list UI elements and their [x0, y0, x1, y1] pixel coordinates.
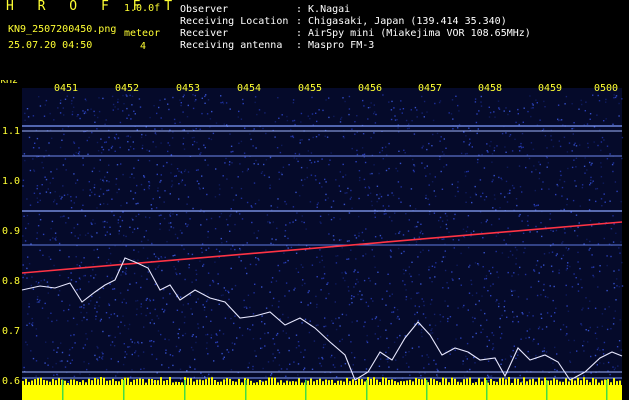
- info-value-antenna: : Maspro FM-3: [296, 40, 375, 51]
- info-value-observer: : K.Nagai: [296, 4, 351, 15]
- datetime-label: 25.07.20 04:50: [8, 40, 93, 51]
- time-tick-label: 0500: [594, 83, 618, 94]
- meteor-count: 4: [140, 41, 147, 52]
- info-key-observer: Observer: [180, 4, 229, 15]
- spectrogram: kHz 1.1 1.0 0.9 0.8 0.7 0.6 0451 0452 04…: [0, 80, 629, 400]
- filename-label: KN9_2507200450.png: [8, 24, 117, 35]
- info-value-location: : Chigasaki, Japan (139.414 35.340): [296, 16, 507, 27]
- time-tick-label: 0452: [115, 83, 139, 94]
- info-key-location: Receiving Location: [180, 16, 289, 27]
- time-tick-label: 0453: [176, 83, 200, 94]
- time-tick-label: 0455: [298, 83, 322, 94]
- version-label: 1.0.0f: [124, 3, 161, 14]
- time-tick-label: 0458: [478, 83, 502, 94]
- meteor-label: meteor: [124, 28, 161, 39]
- info-key-receiver: Receiver: [180, 28, 229, 39]
- time-tick-label: 0459: [538, 83, 562, 94]
- y-axis-unit: kHz: [0, 80, 18, 86]
- y-tick-label: 0.7: [2, 326, 20, 337]
- time-tick-label: 0451: [54, 83, 78, 94]
- y-tick-label: 0.9: [2, 226, 20, 237]
- y-tick-label: 1.1: [2, 126, 20, 137]
- info-key-antenna: Receiving antenna: [180, 40, 283, 51]
- header-panel: H R O F F T 1.0.0f KN9_2507200450.png me…: [0, 0, 629, 80]
- y-tick-label: 0.6: [2, 376, 20, 387]
- time-tick-label: 0456: [358, 83, 382, 94]
- y-tick-label: 0.8: [2, 276, 20, 287]
- time-tick-label: 0457: [418, 83, 442, 94]
- y-tick-label: 1.0: [2, 176, 20, 187]
- bottom-band: [22, 385, 622, 400]
- info-value-receiver: : AirSpy mini (Miakejima VOR 108.65MHz): [296, 28, 531, 39]
- plot-area: [22, 88, 622, 392]
- time-tick-label: 0454: [237, 83, 261, 94]
